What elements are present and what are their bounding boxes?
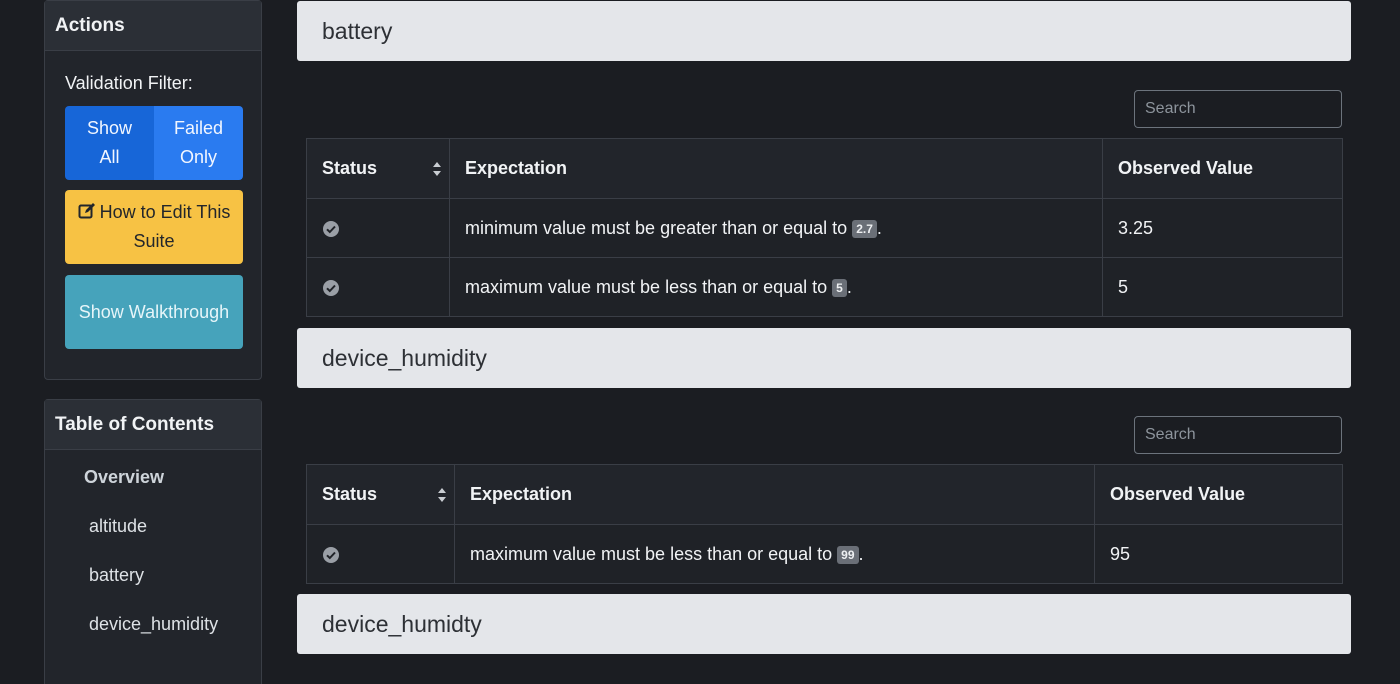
toc-item-overview[interactable]: Overview: [84, 462, 164, 492]
table-header-row: Status Expectation Observed Value: [306, 464, 1343, 525]
check-circle-icon: [323, 279, 339, 296]
param-badge: 99: [837, 545, 859, 564]
observed-value-cell: 95: [1094, 524, 1343, 584]
expectation-suffix: .: [876, 217, 882, 238]
status-cell: [306, 257, 450, 317]
table-row: minimum value must be greater than or eq…: [306, 198, 1343, 258]
toc-title: Table of Contents: [45, 400, 261, 450]
how-to-edit-suite-label: How to Edit This Suite: [99, 202, 231, 251]
toc-item-device-humidity[interactable]: device_humidity: [89, 609, 229, 639]
expectation-text: minimum value must be greater than or eq…: [465, 217, 853, 238]
failed-only-button[interactable]: Failed Only: [154, 106, 243, 180]
sort-icon[interactable]: [438, 487, 446, 502]
sort-icon[interactable]: [433, 161, 441, 176]
show-all-button[interactable]: Show All: [65, 106, 154, 180]
actions-card: Actions Validation Filter: Show All Fail…: [44, 0, 262, 380]
status-cell: [306, 524, 455, 584]
expectation-suffix: .: [846, 276, 852, 297]
status-column-header[interactable]: Status: [306, 138, 450, 199]
validation-results-page: Actions Validation Filter: Show All Fail…: [0, 0, 1400, 684]
status-column-label: Status: [322, 158, 378, 178]
status-cell: [306, 198, 450, 258]
observed-value-cell: 3.25: [1102, 198, 1343, 258]
expectation-text: maximum value must be less than or equal…: [470, 543, 838, 564]
section-header-device-humidty: device_humidty: [297, 594, 1351, 654]
search-input-device-humidity[interactable]: [1134, 416, 1342, 454]
observed-value-cell: 5: [1102, 257, 1343, 317]
how-to-edit-suite-button[interactable]: How to Edit This Suite: [65, 190, 243, 264]
search-input-battery[interactable]: [1134, 90, 1342, 128]
expectation-cell: minimum value must be greater than or eq…: [449, 198, 1103, 258]
validation-filter-group: Show All Failed Only: [65, 106, 243, 180]
param-badge: 2.7: [852, 219, 877, 238]
check-circle-icon: [323, 546, 339, 563]
table-of-contents-card: Table of Contents Overview altitude batt…: [44, 399, 262, 684]
expectation-text: maximum value must be less than or equal…: [465, 276, 833, 297]
expectation-suffix: .: [858, 543, 864, 564]
actions-card-title: Actions: [45, 1, 261, 51]
expectation-cell: maximum value must be less than or equal…: [449, 257, 1103, 317]
section-header-battery: battery: [297, 1, 1351, 61]
section-header-device-humidity: device_humidity: [297, 328, 1351, 388]
expectations-table-battery: Status Expectation Observed Value minimu…: [306, 138, 1343, 317]
toc-item-altitude[interactable]: altitude: [89, 511, 147, 541]
table-row: maximum value must be less than or equal…: [306, 257, 1343, 317]
table-row: maximum value must be less than or equal…: [306, 524, 1343, 584]
param-badge: 5: [832, 278, 847, 297]
validation-filter-label: Validation Filter:: [65, 73, 193, 93]
expectation-cell: maximum value must be less than or equal…: [454, 524, 1095, 584]
status-column-label: Status: [322, 484, 378, 504]
table-header-row: Status Expectation Observed Value: [306, 138, 1343, 199]
observed-value-column-header: Observed Value: [1094, 464, 1343, 525]
expectation-column-header: Expectation: [449, 138, 1103, 199]
toc-item-battery[interactable]: battery: [89, 560, 144, 590]
edit-icon: [78, 203, 95, 219]
show-walkthrough-button[interactable]: Show Walkthrough: [65, 275, 243, 349]
status-column-header[interactable]: Status: [306, 464, 455, 525]
expectations-table-device-humidity: Status Expectation Observed Value maximu…: [306, 464, 1343, 584]
observed-value-column-header: Observed Value: [1102, 138, 1343, 199]
check-circle-icon: [323, 220, 339, 237]
expectation-column-header: Expectation: [454, 464, 1095, 525]
